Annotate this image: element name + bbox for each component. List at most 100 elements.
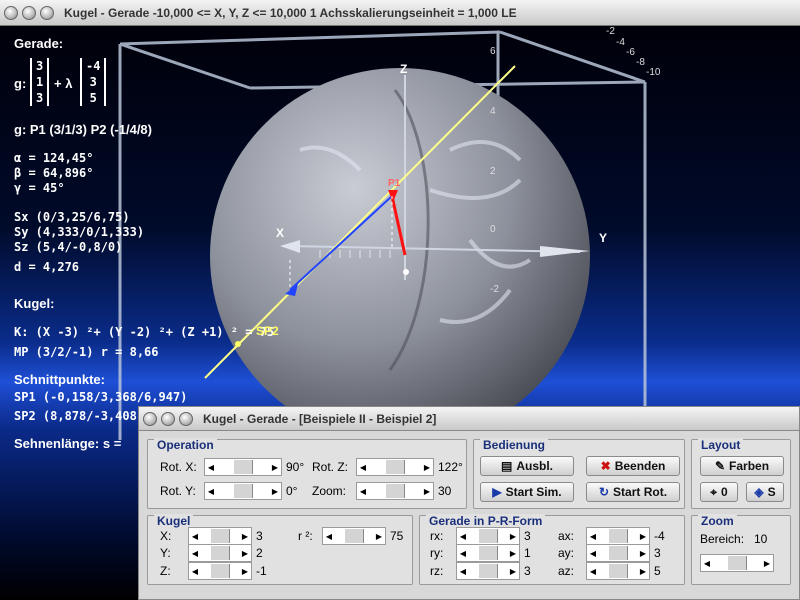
bedienung-group-label: Bedienung (480, 438, 548, 452)
arrow-right-icon[interactable]: ▶ (421, 487, 433, 496)
slider-thumb[interactable] (478, 564, 498, 578)
arrow-right-icon[interactable]: ▶ (507, 567, 519, 576)
schnittpunkte-heading: Schnittpunkte: (14, 372, 105, 387)
slider-thumb[interactable] (210, 564, 230, 578)
slider-thumb[interactable] (233, 484, 253, 498)
radius-squared-value: 75 (390, 529, 404, 543)
arrow-left-icon[interactable]: ◀ (587, 567, 599, 576)
x-scale-minus6: -6 (626, 47, 635, 58)
control-minimize-button[interactable] (161, 411, 175, 426)
ry-slider[interactable]: ◀ ▶ (456, 544, 520, 562)
radius-squared-slider[interactable]: ◀ ▶ (322, 527, 386, 545)
arrow-left-icon[interactable]: ◀ (457, 549, 469, 558)
arrow-right-icon[interactable]: ▶ (239, 532, 251, 541)
slider-thumb[interactable] (385, 484, 405, 498)
az-value: 5 (654, 564, 661, 578)
arrow-right-icon[interactable]: ▶ (373, 532, 385, 541)
rot-z-slider[interactable]: ◀ ▶ (356, 458, 434, 476)
arrow-right-icon[interactable]: ▶ (239, 567, 251, 576)
arrow-left-icon[interactable]: ◀ (587, 549, 599, 558)
slider-thumb[interactable] (478, 529, 498, 543)
position-vector-matrix: 313 (30, 58, 50, 106)
slider-thumb[interactable] (608, 564, 628, 578)
slider-thumb[interactable] (608, 546, 628, 560)
control-maximize-button[interactable] (179, 411, 193, 426)
y-axis-label: Y (599, 231, 608, 245)
arrow-left-icon[interactable]: ◀ (189, 567, 201, 576)
window-title: Kugel - Gerade -10,000 <= X, Y, Z <= 10,… (64, 5, 517, 20)
window-close-button[interactable] (4, 5, 18, 20)
z-scale-6: 6 (490, 46, 496, 57)
radius-squared-label: r ²: (298, 529, 313, 543)
window-minimize-button[interactable] (22, 5, 36, 20)
control-close-button[interactable] (143, 411, 157, 426)
arrow-left-icon[interactable]: ◀ (205, 463, 217, 472)
arrow-right-icon[interactable]: ▶ (637, 532, 649, 541)
arrow-left-icon[interactable]: ◀ (587, 532, 599, 541)
arrow-right-icon[interactable]: ▶ (269, 463, 281, 472)
kugel-group: Kugel X: ◀ ▶ 3 Y: ◀ ▶ 2 Z: ◀ ▶ -1 r ²: ◀ ▶ 7… (147, 514, 413, 585)
zoom-label: Zoom: (312, 484, 347, 498)
start-sim-button[interactable]: ▶ Start Sim. (480, 482, 574, 502)
slider-thumb[interactable] (608, 529, 628, 543)
save-layout-button[interactable]: ◈ S (746, 482, 784, 502)
arrow-left-icon[interactable]: ◀ (205, 487, 217, 496)
reset-position-button[interactable]: ⌖ 0 (700, 482, 738, 502)
arrow-left-icon[interactable]: ◀ (701, 559, 713, 568)
arrow-right-icon[interactable]: ▶ (761, 559, 773, 568)
arrow-left-icon[interactable]: ◀ (357, 463, 369, 472)
rot-z-value: 122° (438, 460, 463, 474)
rot-y-slider[interactable]: ◀ ▶ (204, 482, 282, 500)
arrow-right-icon[interactable]: ▶ (421, 463, 433, 472)
arrow-right-icon[interactable]: ▶ (507, 549, 519, 558)
slider-thumb[interactable] (385, 460, 405, 474)
ausbl-button[interactable]: ▤ Ausbl. (480, 456, 574, 476)
arrow-left-icon[interactable]: ◀ (457, 532, 469, 541)
kugel-x-slider[interactable]: ◀ ▶ (188, 527, 252, 545)
rotate-icon: ↻ (598, 485, 610, 499)
slider-thumb[interactable] (344, 529, 364, 543)
sphere-center-radius: MP (3/2/-1) r = 8,66 (14, 345, 159, 359)
kugel-z-slider[interactable]: ◀ ▶ (188, 562, 252, 580)
rx-slider[interactable]: ◀ ▶ (456, 527, 520, 545)
bereich-label: Bereich: (700, 532, 745, 546)
arrow-left-icon[interactable]: ◀ (323, 532, 335, 541)
arrow-left-icon[interactable]: ◀ (189, 549, 201, 558)
bereich-slider[interactable]: ◀ ▶ (700, 554, 774, 572)
ay-slider[interactable]: ◀ ▶ (586, 544, 650, 562)
slider-thumb[interactable] (233, 460, 253, 474)
rot-x-slider[interactable]: ◀ ▶ (204, 458, 282, 476)
arrow-left-icon[interactable]: ◀ (457, 567, 469, 576)
arrow-right-icon[interactable]: ▶ (507, 532, 519, 541)
kugel-z-label: Z: (160, 564, 171, 578)
gerade-group-label: Gerade in P-R-Form (426, 514, 546, 528)
slider-thumb[interactable] (727, 556, 747, 570)
slider-thumb[interactable] (210, 529, 230, 543)
start-rot-button[interactable]: ↻ Start Rot. (586, 482, 680, 502)
ax-value: -4 (654, 529, 665, 543)
arrow-right-icon[interactable]: ▶ (637, 549, 649, 558)
az-slider[interactable]: ◀ ▶ (586, 562, 650, 580)
ax-slider[interactable]: ◀ ▶ (586, 527, 650, 545)
beenden-button[interactable]: ✖ Beenden (586, 456, 680, 476)
kugel-y-slider[interactable]: ◀ ▶ (188, 544, 252, 562)
slider-thumb[interactable] (478, 546, 498, 560)
rot-z-label: Rot. Z: (312, 460, 349, 474)
sphere (210, 68, 590, 444)
window-maximize-button[interactable] (40, 5, 54, 20)
arrow-right-icon[interactable]: ▶ (637, 567, 649, 576)
slider-thumb[interactable] (210, 546, 230, 560)
farben-button[interactable]: ✎ Farben (700, 456, 784, 476)
arrow-left-icon[interactable]: ◀ (189, 532, 201, 541)
arrow-right-icon[interactable]: ▶ (239, 549, 251, 558)
operation-group-label: Operation (154, 438, 217, 452)
rz-slider[interactable]: ◀ ▶ (456, 562, 520, 580)
crosshair-icon: ⌖ (710, 484, 718, 499)
arrow-right-icon[interactable]: ▶ (269, 487, 281, 496)
zoom-slider[interactable]: ◀ ▶ (356, 482, 434, 500)
arrow-left-icon[interactable]: ◀ (357, 487, 369, 496)
ry-label: ry: (430, 546, 444, 560)
play-icon: ▶ (492, 485, 502, 499)
line-points: g: P1 (3/1/3) P2 (-1/4/8) (14, 122, 152, 137)
ax-label: ax: (558, 529, 575, 543)
